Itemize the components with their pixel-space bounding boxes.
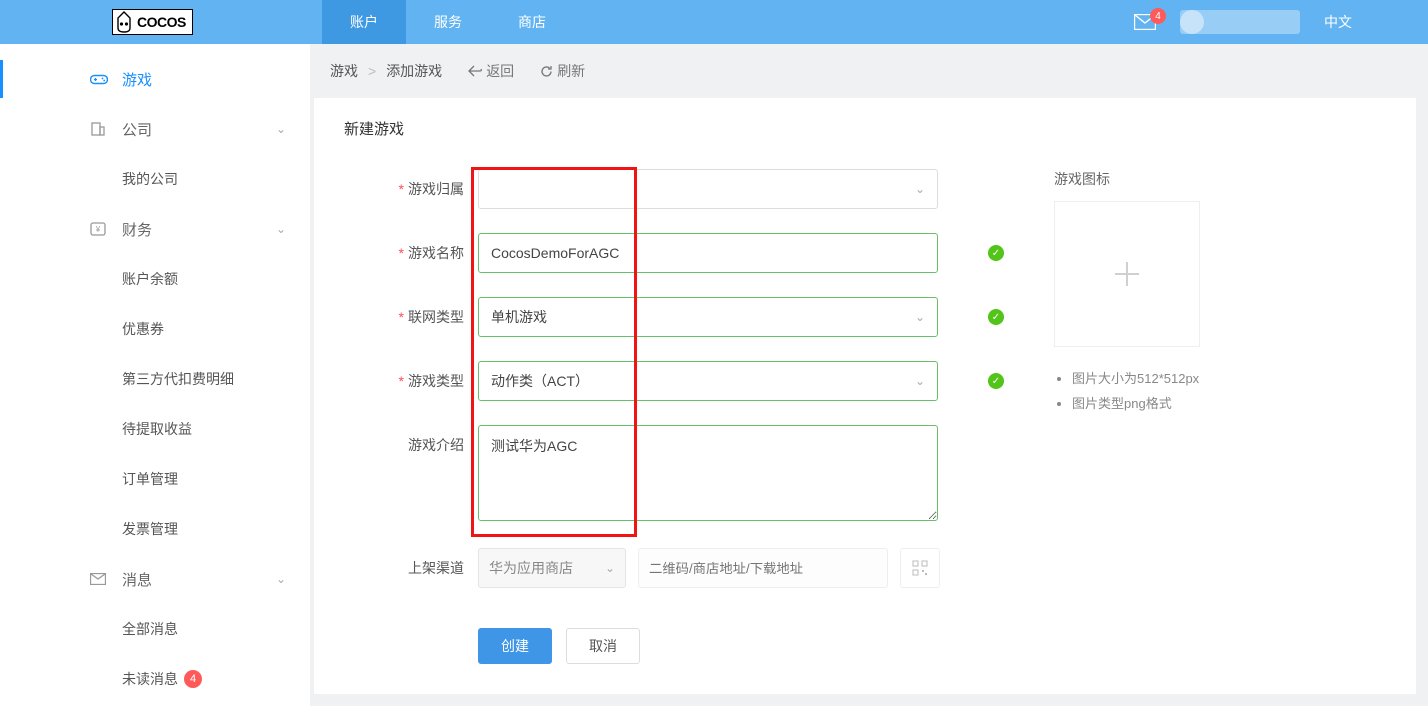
sidebar-label: 游戏 (122, 69, 152, 90)
chevron-down-icon: ⌄ (915, 182, 925, 196)
chevron-down-icon: ⌄ (915, 374, 925, 388)
row-net: *联网类型 单机游戏 ⌄ ✓ (354, 297, 1014, 337)
game-name-input[interactable] (478, 233, 938, 273)
sidebar-item-game[interactable]: 游戏 (90, 54, 310, 104)
sidebar-sub-balance[interactable]: 账户余额 (90, 254, 310, 304)
owner-label: *游戏归属 (354, 169, 464, 209)
check-icon: ✓ (988, 245, 1004, 261)
chevron-down-icon: ⌄ (276, 572, 286, 586)
back-arrow-icon (468, 65, 482, 77)
hint-item: 图片大小为512*512px (1072, 367, 1376, 392)
net-type-select[interactable]: 单机游戏 ⌄ (478, 297, 938, 337)
nav-service[interactable]: 服务 (406, 0, 490, 44)
logo-wrap: COCOS (12, 9, 322, 35)
chevron-down-icon: ⌄ (276, 222, 286, 236)
main: 游戏 > 添加游戏 返回 刷新 新建游戏 *游戏归属 (310, 44, 1428, 706)
sidebar-item-company[interactable]: 公司 ⌄ (90, 104, 310, 154)
row-intro: 游戏介绍 (354, 425, 1014, 524)
nav-account[interactable]: 账户 (322, 0, 406, 44)
cat-value: 动作类（ACT） (491, 371, 589, 391)
owner-select[interactable]: ⌄ (478, 169, 938, 209)
channel-label: 上架渠道 (354, 548, 464, 588)
unread-badge: 4 (184, 670, 202, 688)
intro-label: 游戏介绍 (354, 425, 464, 465)
cat-label: *游戏类型 (354, 361, 464, 401)
refresh-icon (540, 65, 553, 78)
form-col: *游戏归属 ⌄ *游戏名称 ✓ (354, 153, 1014, 694)
gamepad-icon (90, 73, 122, 85)
top-bar: COCOS 账户 服务 商店 4 中文 (0, 0, 1428, 44)
sidebar-label: 公司 (122, 119, 152, 140)
sidebar-label: 财务 (122, 219, 152, 240)
svg-text:¥: ¥ (95, 225, 101, 234)
channel-url-input[interactable] (638, 548, 888, 588)
avatar (1180, 10, 1204, 34)
panel: 新建游戏 *游戏归属 ⌄ *游戏名称 (314, 98, 1416, 694)
sidebar-sub-my-company[interactable]: 我的公司 (90, 154, 310, 204)
back-button[interactable]: 返回 (468, 61, 514, 81)
row-category: *游戏类型 动作类（ACT） ⌄ ✓ (354, 361, 1014, 401)
breadcrumb-game[interactable]: 游戏 (330, 61, 358, 81)
sidebar-sub-thirdparty-fee[interactable]: 第三方代扣费明细 (90, 354, 310, 404)
sidebar-sub-invoice-mgmt[interactable]: 发票管理 (90, 504, 310, 554)
button-row: 创建 取消 (478, 628, 1014, 694)
top-nav: 账户 服务 商店 (322, 0, 574, 44)
qrcode-icon (912, 560, 928, 576)
refresh-button[interactable]: 刷新 (540, 61, 585, 81)
hint-item: 图片类型png格式 (1072, 392, 1376, 417)
game-category-select[interactable]: 动作类（ACT） ⌄ (478, 361, 938, 401)
aside-col: 游戏图标 图片大小为512*512px 图片类型png格式 (1014, 153, 1376, 694)
sidebar-sub-all-msg[interactable]: 全部消息 (90, 604, 310, 654)
sidebar-sub-order-mgmt[interactable]: 订单管理 (90, 454, 310, 504)
sidebar-sub-pending-income[interactable]: 待提取收益 (90, 404, 310, 454)
user-menu[interactable] (1180, 10, 1300, 34)
top-right: 4 中文 (1134, 10, 1416, 34)
plus-icon (1109, 256, 1145, 292)
chevron-down-icon: ⌄ (276, 122, 286, 136)
nav-store[interactable]: 商店 (490, 0, 574, 44)
chevron-down-icon: ⌄ (605, 561, 615, 575)
message-icon (90, 573, 122, 585)
check-icon: ✓ (988, 373, 1004, 389)
cocos-icon (115, 11, 133, 33)
channel-value: 华为应用商店 (489, 558, 573, 578)
brand-text: COCOS (137, 14, 186, 30)
sidebar-label: 消息 (122, 569, 152, 590)
sidebar-item-message[interactable]: 消息 ⌄ (90, 554, 310, 604)
game-icon-dropzone[interactable] (1054, 201, 1200, 347)
row-owner: *游戏归属 ⌄ (354, 169, 1014, 209)
breadcrumb-sep: > (368, 63, 376, 79)
row-channel: 上架渠道 华为应用商店 ⌄ (354, 548, 1014, 588)
check-icon: ✓ (988, 309, 1004, 325)
row-name: *游戏名称 ✓ (354, 233, 1014, 273)
breadcrumb-add-game[interactable]: 添加游戏 (386, 61, 442, 81)
mail-icon[interactable]: 4 (1134, 14, 1156, 30)
panel-title: 新建游戏 (314, 98, 1416, 153)
aside-title: 游戏图标 (1054, 169, 1376, 189)
chevron-down-icon: ⌄ (915, 310, 925, 324)
sidebar: 游戏 公司 ⌄ 我的公司 ¥ 财务 ⌄ 账户余额 优惠券 第三方代扣费明细 待提… (0, 44, 310, 706)
aside-hints: 图片大小为512*512px 图片类型png格式 (1054, 367, 1376, 416)
game-intro-textarea[interactable] (478, 425, 938, 521)
channel-select[interactable]: 华为应用商店 ⌄ (478, 548, 626, 588)
language-switch[interactable]: 中文 (1324, 12, 1352, 32)
net-value: 单机游戏 (491, 307, 547, 327)
sidebar-sub-unread-msg[interactable]: 未读消息 4 (90, 654, 310, 704)
breadcrumb: 游戏 > 添加游戏 返回 刷新 (310, 44, 1428, 98)
cancel-button[interactable]: 取消 (566, 628, 640, 664)
brand-logo[interactable]: COCOS (112, 9, 193, 35)
company-icon (90, 121, 122, 137)
refresh-label: 刷新 (557, 61, 585, 81)
back-label: 返回 (486, 61, 514, 81)
wallet-icon: ¥ (90, 222, 122, 236)
name-label: *游戏名称 (354, 233, 464, 273)
sidebar-label: 未读消息 (122, 669, 178, 689)
qrcode-button[interactable] (900, 548, 940, 588)
sidebar-item-finance[interactable]: ¥ 财务 ⌄ (90, 204, 310, 254)
sidebar-sub-coupon[interactable]: 优惠券 (90, 304, 310, 354)
net-label: *联网类型 (354, 297, 464, 337)
mail-badge: 4 (1150, 8, 1166, 24)
create-button[interactable]: 创建 (478, 628, 552, 664)
